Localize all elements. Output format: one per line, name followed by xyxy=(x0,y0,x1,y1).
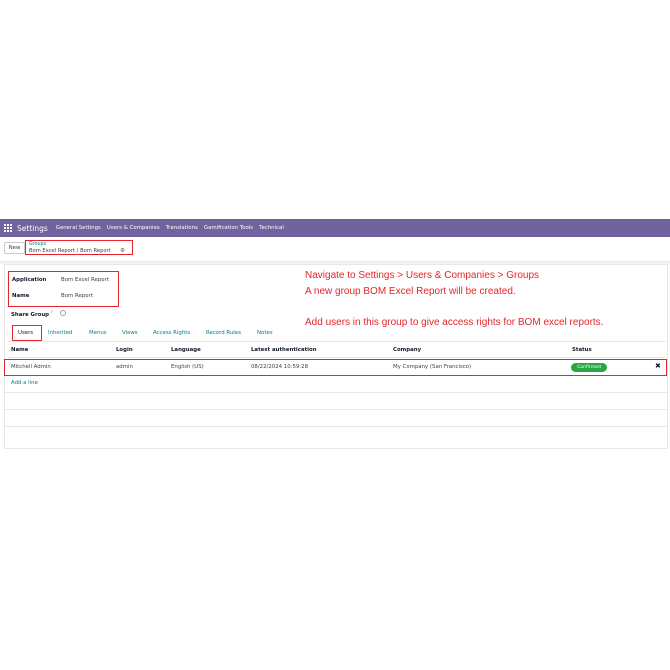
annotation-add-users: Add users in this group to give access r… xyxy=(305,317,604,328)
nav-users-companies[interactable]: Users & Companies xyxy=(107,225,160,231)
column-header-language[interactable]: Language xyxy=(171,347,201,353)
column-header-company[interactable]: Company xyxy=(393,347,421,353)
cell-user-company[interactable]: My Company (San Francisco) xyxy=(393,364,471,370)
apps-menu-icon[interactable] xyxy=(4,223,13,233)
nav-translations[interactable]: Translations xyxy=(166,225,198,231)
share-group-label-text: Share Group xyxy=(11,311,50,318)
tab-views[interactable]: Views xyxy=(122,330,138,336)
tab-menus[interactable]: Menus xyxy=(89,330,107,336)
tab-users[interactable]: Users xyxy=(18,330,33,336)
empty-row-divider xyxy=(5,409,667,410)
empty-row-divider xyxy=(5,426,667,427)
cell-user-login[interactable]: admin xyxy=(116,364,133,370)
annotation-navigate: Navigate to Settings > Users & Companies… xyxy=(305,270,540,281)
delete-row-icon[interactable]: ✖ xyxy=(655,362,661,370)
table-row[interactable] xyxy=(4,359,667,376)
new-button[interactable]: New xyxy=(4,242,25,254)
top-navbar: Settings General Settings Users & Compan… xyxy=(0,219,670,237)
cell-user-language[interactable]: English (US) xyxy=(171,364,204,370)
table-header-divider xyxy=(8,357,666,358)
breadcrumb-current-record: Bom Excel Report / Bom Report xyxy=(29,248,111,254)
share-group-help-icon[interactable]: ? xyxy=(51,310,53,314)
tab-access-rights[interactable]: Access Rights xyxy=(153,330,190,336)
app-brand[interactable]: Settings xyxy=(17,224,48,233)
column-header-latest-authentication[interactable]: Latest authentication xyxy=(251,347,317,353)
application-label: Application xyxy=(12,277,47,283)
share-group-label: Share Group ? xyxy=(11,310,53,318)
cell-user-name[interactable]: Mitchell Admin xyxy=(11,364,51,370)
tab-notes[interactable]: Notes xyxy=(257,330,273,336)
add-line-link[interactable]: Add a line xyxy=(11,380,38,386)
application-field[interactable]: Bom Excel Report xyxy=(61,277,109,283)
breadcrumb-groups-link[interactable]: Groups xyxy=(29,242,46,247)
column-header-name[interactable]: Name xyxy=(11,347,28,353)
nav-gamification-tools[interactable]: Gamification Tools xyxy=(204,225,253,231)
tab-inherited[interactable]: Inherited xyxy=(48,330,72,336)
cell-latest-authentication[interactable]: 08/22/2024 10:59:28 xyxy=(251,364,308,370)
name-label: Name xyxy=(12,293,30,299)
share-group-checkbox[interactable] xyxy=(60,310,66,316)
empty-row-divider xyxy=(5,392,667,393)
column-header-login[interactable]: Login xyxy=(116,347,133,353)
group-fields-highlight: Application Bom Excel Report Name Bom Re… xyxy=(8,271,119,307)
breadcrumb: Groups Bom Excel Report / Bom Report ⚙ xyxy=(25,240,133,255)
column-header-status[interactable]: Status xyxy=(572,347,592,353)
nav-general-settings[interactable]: General Settings xyxy=(56,225,101,231)
tabs-divider xyxy=(8,341,666,342)
tab-record-rules[interactable]: Record Rules xyxy=(206,330,241,336)
status-badge: Confirmed xyxy=(571,363,607,372)
gear-icon[interactable]: ⚙ xyxy=(120,248,125,254)
name-field[interactable]: Bom Report xyxy=(61,293,93,299)
nav-technical[interactable]: Technical xyxy=(259,225,284,231)
control-panel: New Groups Bom Excel Report / Bom Report… xyxy=(0,237,670,262)
annotation-group-created: A new group BOM Excel Report will be cre… xyxy=(305,286,516,297)
